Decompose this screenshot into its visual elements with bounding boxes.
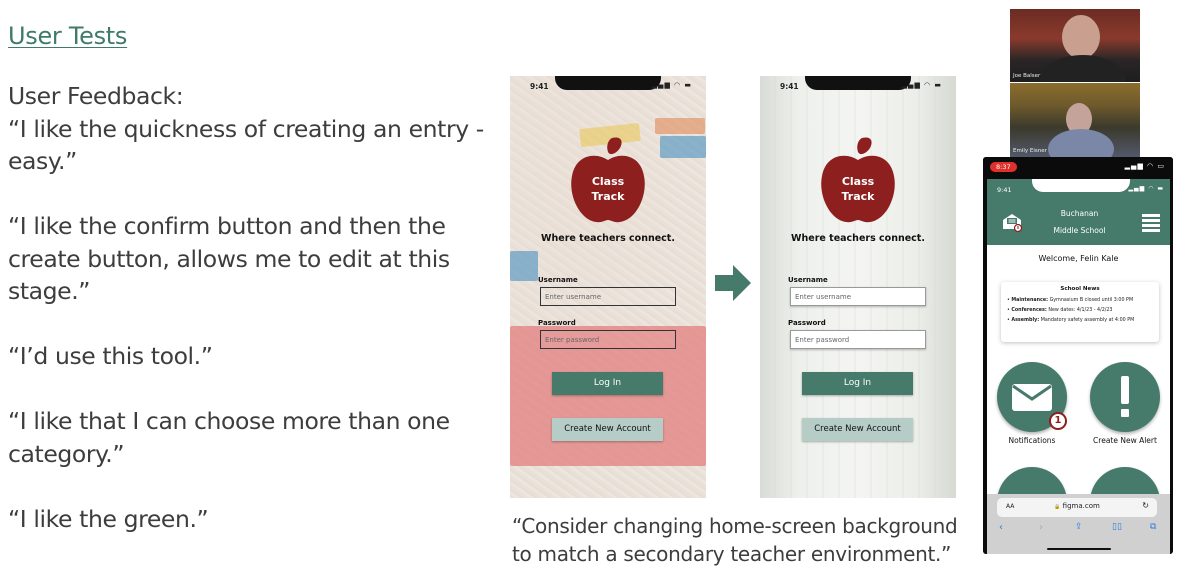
welcome-message: Welcome, Felin Kale	[1038, 254, 1119, 263]
quote-4-line-2: category.”	[8, 439, 125, 468]
reload-icon[interactable]: ↻	[1142, 501, 1149, 510]
phone-notch	[1032, 179, 1130, 192]
username-input[interactable]: Enter username	[540, 287, 676, 306]
participant-body	[1040, 55, 1126, 82]
participant-name: Emily Eisner	[1013, 148, 1047, 154]
hamburger-menu-icon[interactable]	[1142, 214, 1160, 232]
status-time: 9:41	[530, 82, 549, 91]
url-text: 🔒 figma.com	[1054, 502, 1100, 510]
exclamation-icon	[1121, 376, 1129, 417]
feedback-heading: User Feedback:	[8, 82, 184, 110]
create-account-button[interactable]: Create New Account	[552, 418, 663, 441]
quote-5: “I like the green.”	[8, 504, 209, 533]
url-bar[interactable]: AA 🔒 figma.com ↻	[997, 498, 1157, 517]
login-button[interactable]: Log In	[802, 372, 913, 395]
password-label: Password	[538, 319, 576, 327]
quote-2-line-1: “I like the confirm button and then the	[8, 212, 446, 240]
quote-2-line-3: stage.”	[8, 277, 91, 305]
quote-2-line-2: create button, allows me to edit at this	[8, 244, 450, 273]
app-header: 9:41 ▂▄▆ ◠ ▬ Buchanan Middle School	[987, 179, 1170, 245]
status-icons: ▂▄▆ ◠ ▬	[651, 81, 692, 89]
create-account-button[interactable]: Create New Account	[802, 418, 913, 441]
news-title: School News	[1060, 286, 1100, 292]
lock-icon: 🔒	[1054, 504, 1061, 510]
participant-name: Joe Balser	[1013, 73, 1041, 79]
password-label: Password	[788, 319, 826, 327]
quote-1-line-1: “I like the quickness of creating an ent…	[8, 114, 484, 143]
browser-toolbar: AA 🔒 figma.com ↻ ‹ › ⇪ ▯▯ ⧉	[987, 494, 1170, 554]
device-status-icons: ▂▄▆ ◠ ▭	[1124, 162, 1165, 170]
video-tile-participant-2: Emily Eisner	[1010, 83, 1140, 157]
school-name: Buchanan Middle School	[1053, 209, 1106, 235]
reviewer-suggestion: “Consider changing home-screen backgroun…	[512, 514, 958, 566]
video-tile-participant-1: Joe Balser	[1010, 9, 1140, 82]
username-label: Username	[538, 276, 578, 284]
feedback-block: User Feedback: “I like the quickness of …	[8, 80, 498, 535]
phone-notch	[555, 76, 661, 90]
create-new-alert-label: Create New Alert	[1093, 436, 1157, 445]
login-mockup-before: 9:41 ▂▄▆ ◠ ▬ Class Track Where teachers …	[510, 76, 706, 498]
app-status-time: 9:41	[997, 186, 1012, 194]
right-arrow-icon	[715, 265, 751, 301]
notifications-label: Notifications	[1008, 436, 1056, 445]
app-logo-text: Class Track	[841, 175, 875, 203]
app-home-screen: 9:41 ▂▄▆ ◠ ▬ Buchanan Middle School Welc…	[987, 179, 1170, 554]
inbox-icon[interactable]	[1001, 212, 1023, 232]
password-input[interactable]: Enter password	[540, 330, 676, 349]
tagline: Where teachers connect.	[541, 233, 675, 244]
news-item: • Maintenance: Gymnasium B closed until …	[1007, 298, 1134, 303]
create-new-alert-button[interactable]	[1090, 362, 1160, 432]
username-label: Username	[788, 276, 828, 284]
school-news-card: School News • Maintenance: Gymnasium B c…	[1001, 282, 1159, 342]
share-icon[interactable]: ⇪	[1075, 522, 1083, 532]
quote-4-line-1: “I like that I can choose more than one	[8, 407, 450, 435]
tagline: Where teachers connect.	[791, 233, 925, 244]
notification-count-badge: 1	[1049, 412, 1067, 430]
recording-indicator: 8:37	[990, 162, 1017, 172]
status-icons: ▂▄▆ ◠ ▬	[901, 81, 942, 89]
login-mockup-after: 9:41 ▂▄▆ ◠ ▬ Class Track Where teachers …	[760, 76, 956, 498]
news-item: • Conferences: New dates: 4/1/23 - 4/2/2…	[1007, 308, 1113, 313]
back-icon[interactable]: ‹	[999, 522, 1003, 533]
participant-head	[1062, 15, 1100, 59]
login-button[interactable]: Log In	[552, 372, 663, 395]
tabs-icon[interactable]: ⧉	[1150, 522, 1156, 532]
status-time: 9:41	[780, 82, 799, 91]
device-status-bar: 8:37 ▂▄▆ ◠ ▭	[983, 157, 1173, 179]
home-indicator[interactable]	[1047, 547, 1111, 550]
app-logo-text: Class Track	[591, 175, 625, 203]
password-input[interactable]: Enter password	[790, 330, 926, 349]
bookmarks-icon[interactable]: ▯▯	[1112, 522, 1122, 532]
quote-1-line-2: easy.”	[8, 147, 77, 175]
recorded-phone-screen: 8:37 ▂▄▆ ◠ ▭ 9:41 ▂▄▆ ◠ ▬ Buchanan Middl…	[983, 157, 1173, 554]
forward-icon[interactable]: ›	[1039, 522, 1043, 533]
slide-title: User Tests	[8, 22, 128, 50]
app-status-icons: ▂▄▆ ◠ ▬	[1128, 185, 1164, 192]
browser-nav: ‹ › ⇪ ▯▯ ⧉	[987, 522, 1170, 538]
news-item: • Assembly: Mandatory safety assembly at…	[1007, 318, 1135, 323]
quote-3: “I’d use this tool.”	[8, 342, 213, 370]
participant-body	[1048, 129, 1114, 157]
username-input[interactable]: Enter username	[790, 287, 926, 306]
phone-notch	[805, 76, 911, 90]
